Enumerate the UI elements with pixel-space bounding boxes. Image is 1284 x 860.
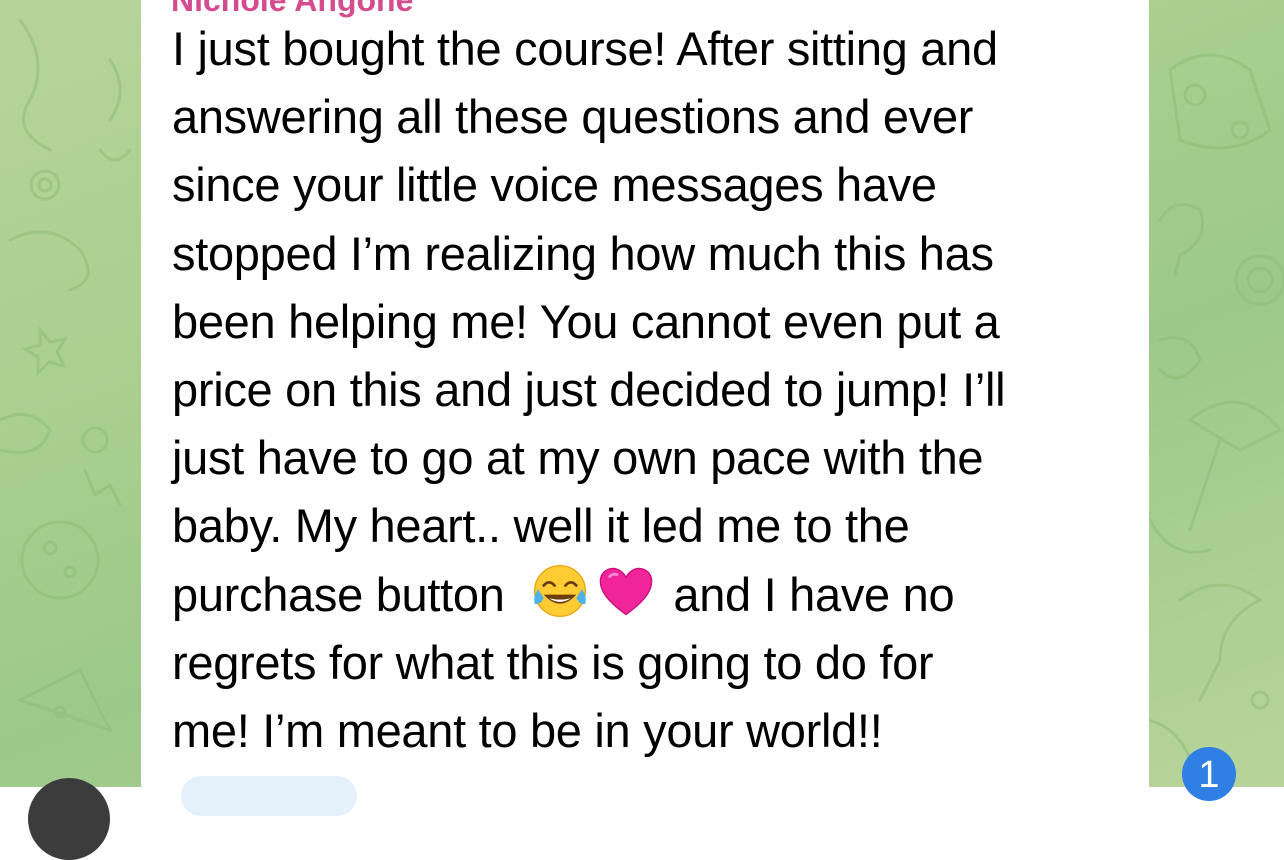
message-line: since your little voice messages have <box>172 158 937 212</box>
message-line: just have to go at my own pace with the <box>172 431 984 485</box>
message-line-text: and I have no <box>673 567 955 621</box>
message-line: regrets for what this is going to do for <box>172 635 934 689</box>
message-text: I just bought the course! After sitting … <box>172 15 1132 765</box>
message-line: I just bought the course! After sitting … <box>172 22 998 75</box>
message-line-with-emoji: purchase button and I have no <box>172 561 1132 629</box>
message-bubble[interactable]: Nichole Angone I just bought the course!… <box>141 0 1149 816</box>
unread-count-badge[interactable]: 1 <box>1182 747 1236 801</box>
message-line: price on this and just decided to jump! … <box>172 363 1006 417</box>
message-line: stopped I’m realizing how much this has <box>172 226 994 280</box>
face-with-tears-of-joy-icon <box>531 562 589 620</box>
message-line: baby. My heart.. well it led me to the <box>172 499 910 553</box>
message-line-text: purchase button <box>172 567 505 621</box>
message-line: answering all these questions and ever <box>172 90 974 144</box>
message-line: been helping me! You cannot even put a <box>172 294 1000 348</box>
pink-heart-icon <box>597 562 655 620</box>
reaction-pill[interactable] <box>181 776 357 816</box>
sender-avatar[interactable] <box>28 778 110 860</box>
message-line: me! I’m meant to be in your world!! <box>172 704 883 758</box>
